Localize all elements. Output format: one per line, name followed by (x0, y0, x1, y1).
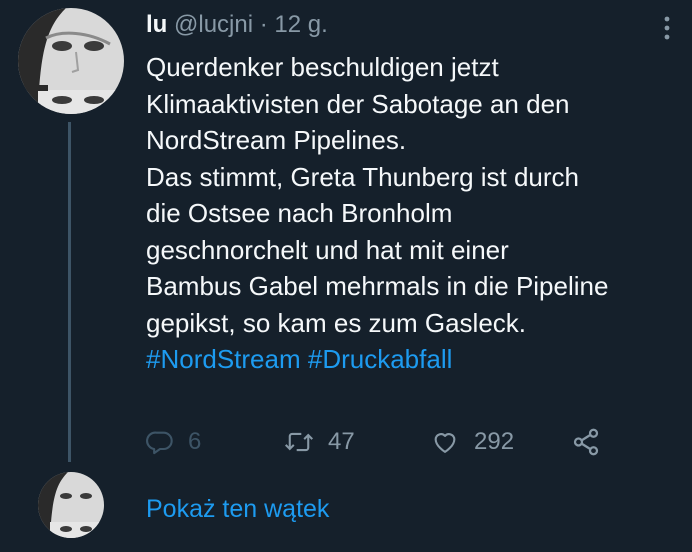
text-line: die Ostsee nach Bronholm (146, 198, 453, 228)
handle[interactable]: @lucjni (174, 11, 253, 38)
reply-icon (146, 431, 173, 455)
text-line: Querdenker beschuldigen jetzt (146, 52, 499, 82)
text-line: Bambus Gabel mehrmals in die Pipeline (146, 271, 609, 301)
author-avatar[interactable] (18, 8, 124, 114)
tweet[interactable]: lu @lucjni · 12 g. Querdenker beschuldig… (0, 0, 692, 552)
text-line: Klimaaktivisten der Sabotage an den (146, 88, 570, 119)
reply-count: 6 (188, 428, 202, 455)
text-line: Das stimmt, Greta Thunberg ist durch (146, 161, 580, 192)
text-line: gepikst, so kam es zum Gasleck. (146, 307, 527, 338)
show-thread-link[interactable]: Pokaż ten wątek (146, 492, 329, 526)
hashtag-link[interactable]: #Druckabfall (308, 344, 453, 374)
retweet-count: 47 (328, 428, 355, 455)
share-icon (573, 428, 599, 456)
retweet-button[interactable]: 47 (284, 420, 355, 464)
reply-button[interactable]: 6 (146, 420, 201, 464)
hashtag-link[interactable]: #NordStream (146, 344, 301, 374)
like-count: 292 (474, 428, 515, 455)
timestamp[interactable]: 12 g. (274, 11, 327, 38)
tweet-header: lu @lucjni · 12 g. (146, 10, 328, 40)
more-vertical-icon[interactable] (660, 14, 674, 44)
thread-line (68, 122, 71, 462)
like-button[interactable]: 292 (430, 420, 514, 464)
share-button[interactable] (570, 420, 602, 464)
thread-avatar[interactable] (38, 472, 104, 538)
retweet-icon (284, 432, 314, 452)
tweet-text: Querdenker beschuldigen jetzt Klimaaktiv… (146, 49, 686, 378)
text-line: NordStream Pipelines. (146, 125, 407, 155)
heart-icon (434, 433, 456, 453)
display-name[interactable]: lu (146, 11, 167, 38)
separator: · (259, 11, 268, 38)
hashtag-line: #NordStream #Druckabfall (146, 341, 686, 378)
action-bar: 6 47 292 (146, 420, 646, 464)
text-line: geschnorchelt und hat mit einer (146, 234, 509, 265)
